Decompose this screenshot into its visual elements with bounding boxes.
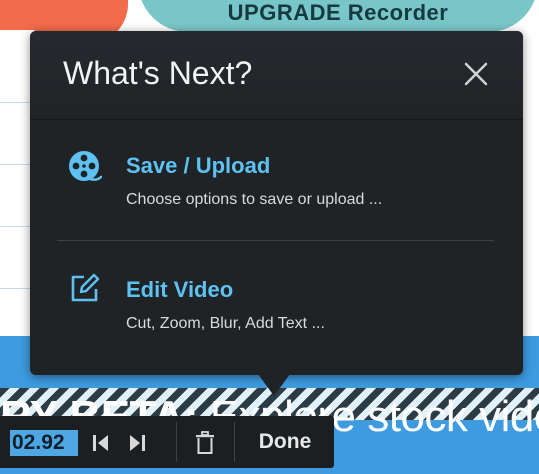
skip-back-icon bbox=[93, 435, 108, 451]
background-divider bbox=[0, 102, 34, 103]
save-upload-option[interactable]: Save / Upload Choose options to save or … bbox=[30, 139, 523, 229]
background-divider bbox=[0, 226, 34, 227]
save-upload-description: Choose options to save or upload ... bbox=[126, 191, 383, 208]
edit-icon bbox=[71, 273, 100, 302]
close-icon bbox=[464, 62, 488, 86]
background-right-panel bbox=[521, 30, 539, 336]
close-button[interactable] bbox=[459, 57, 493, 91]
save-upload-title: Save / Upload bbox=[126, 153, 271, 178]
done-button[interactable]: Done bbox=[236, 416, 334, 468]
edit-video-description: Cut, Zoom, Blur, Add Text ... bbox=[126, 315, 325, 332]
background-blue-strip bbox=[334, 452, 539, 474]
toolbar-separator bbox=[234, 422, 235, 462]
recording-time: 02.92 bbox=[10, 430, 78, 456]
skip-forward-icon bbox=[130, 435, 145, 451]
trash-icon bbox=[196, 431, 214, 454]
toolbar-separator bbox=[176, 422, 177, 462]
edit-video-title: Edit Video bbox=[126, 277, 234, 302]
skip-forward-button[interactable] bbox=[124, 430, 150, 456]
background-divider bbox=[0, 164, 34, 165]
edit-video-option[interactable]: Edit Video Cut, Zoom, Blur, Add Text ... bbox=[30, 259, 523, 349]
background-divider bbox=[0, 288, 34, 289]
recording-toolbar: 02.92 Done bbox=[0, 416, 334, 468]
film-reel-icon bbox=[69, 151, 102, 181]
options-divider bbox=[57, 240, 494, 241]
popup-header: What's Next? bbox=[30, 31, 523, 120]
delete-button[interactable] bbox=[192, 430, 218, 456]
whats-next-popup: What's Next? Save / Upload Choose option… bbox=[30, 31, 523, 375]
popup-pointer-arrow bbox=[258, 374, 290, 396]
skip-back-button[interactable] bbox=[88, 430, 114, 456]
upgrade-recorder-pill[interactable]: UPGRADE Recorder bbox=[138, 0, 538, 32]
popup-title: What's Next? bbox=[63, 55, 253, 91]
